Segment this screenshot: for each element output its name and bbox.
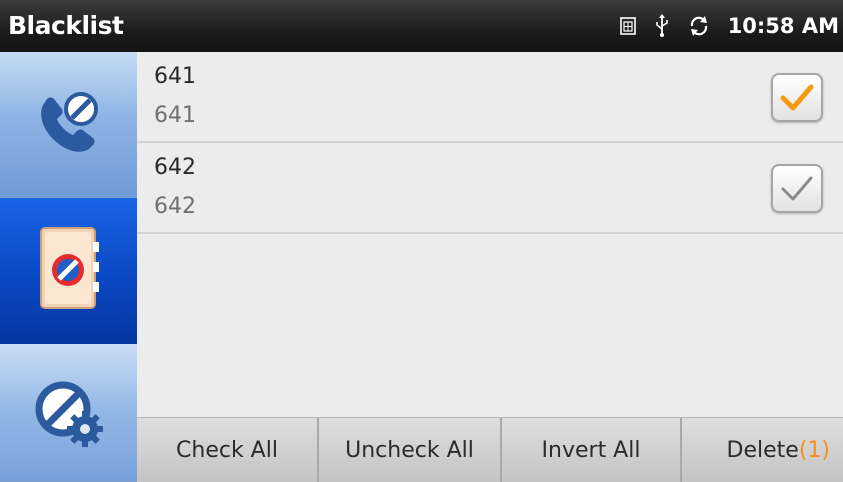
check-all-button[interactable]: Check All [137, 418, 317, 482]
sidebar-tab-blocked-calls[interactable] [0, 52, 137, 198]
item-checkbox[interactable] [771, 73, 823, 122]
status-bar: Blacklist 10:58 AM [0, 0, 843, 52]
app-title: Blacklist [8, 11, 124, 40]
list-item[interactable]: 641 641 [137, 52, 843, 143]
invert-all-button[interactable]: Invert All [500, 418, 680, 482]
delete-label: Delete [726, 438, 799, 463]
contact-number: 641 [154, 103, 196, 128]
contact-number: 642 [154, 194, 196, 219]
sidebar [0, 52, 137, 482]
item-checkbox[interactable] [771, 164, 823, 213]
blocked-call-icon [29, 83, 109, 167]
check-icon [780, 84, 814, 110]
uncheck-all-button[interactable]: Uncheck All [317, 418, 500, 482]
status-icons: 10:58 AM [619, 0, 839, 52]
clock: 10:58 AM [727, 14, 839, 38]
sync-icon [688, 15, 710, 37]
sidebar-tab-block-settings[interactable] [0, 344, 137, 482]
usb-icon [654, 14, 670, 38]
list-item[interactable]: 642 642 [137, 143, 843, 234]
action-toolbar: Check All Uncheck All Invert All Delete(… [137, 417, 843, 482]
check-icon [781, 176, 813, 200]
sidebar-tab-blacklist[interactable] [0, 198, 137, 344]
sim-icon [619, 17, 636, 35]
blocked-contacts-icon [31, 224, 107, 318]
delete-button[interactable]: Delete (1) [680, 418, 843, 482]
blacklist-list: 641 641 642 642 [137, 52, 843, 417]
block-settings-icon [27, 369, 111, 457]
contact-name: 641 [154, 64, 196, 89]
contact-name: 642 [154, 155, 196, 180]
delete-count: (1) [798, 438, 830, 463]
